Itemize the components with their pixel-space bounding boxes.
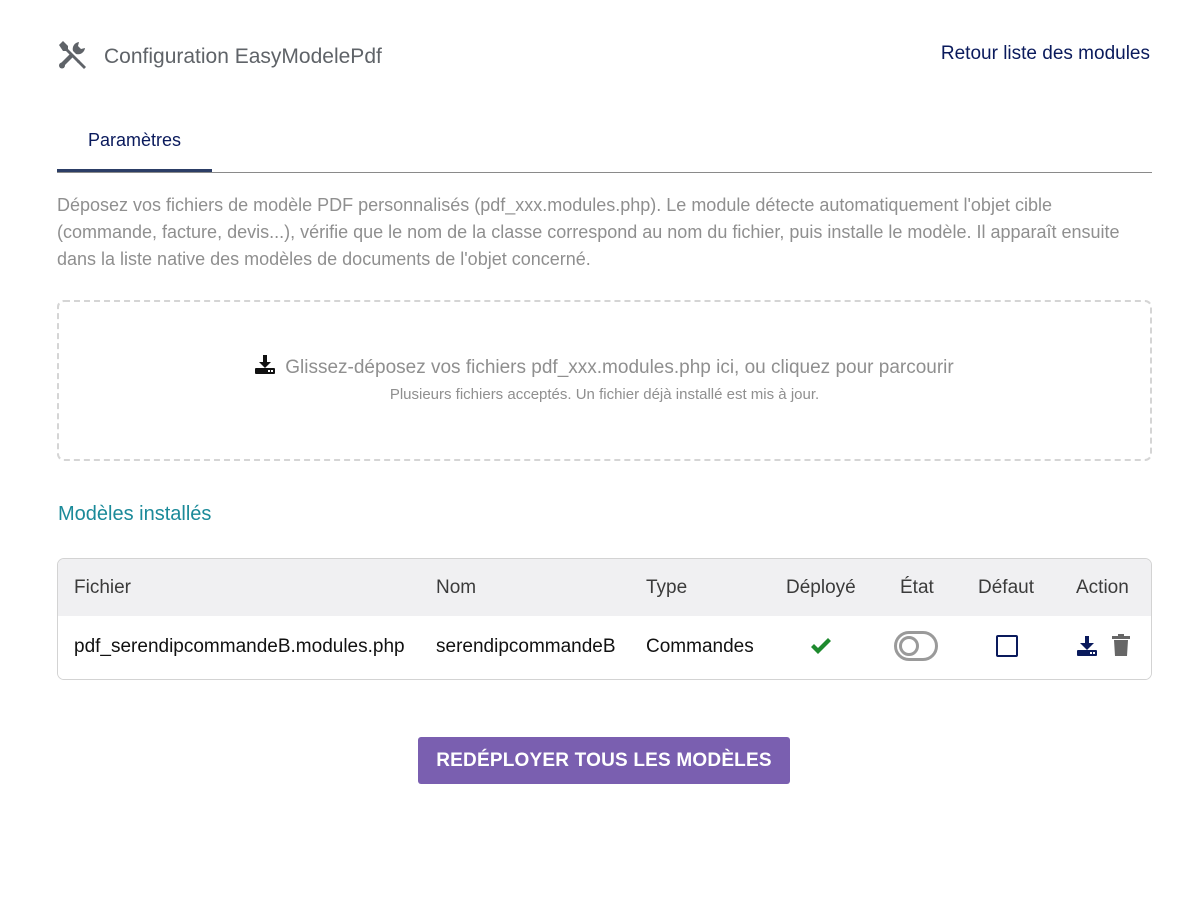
cell-type: Commandes <box>646 636 754 657</box>
redeploy-all-button[interactable]: REDÉPLOYER TOUS LES MODÈLES <box>418 737 790 784</box>
tab-bar: Paramètres <box>57 120 1152 173</box>
cell-name: serendipcommandeB <box>436 636 616 657</box>
column-header-etat: État <box>900 577 934 598</box>
download-icon <box>255 355 276 374</box>
tools-icon <box>59 41 86 69</box>
trash-icon[interactable] <box>1111 634 1131 656</box>
column-header-type: Type <box>646 577 688 598</box>
dropzone-sub-text: Plusieurs fichiers acceptés. Un fichier … <box>389 386 820 403</box>
column-header-deploye: Déployé <box>786 577 856 598</box>
deployed-check-icon <box>811 638 831 654</box>
state-toggle[interactable] <box>894 631 938 661</box>
installed-models-title: Modèles installés <box>58 503 212 525</box>
column-header-defaut: Défaut <box>978 577 1034 598</box>
installed-models-table: Fichier Nom Type Déployé État Défaut Act… <box>57 558 1152 680</box>
default-checkbox[interactable] <box>996 635 1018 657</box>
download-icon[interactable] <box>1076 635 1098 657</box>
module-description: Déposez vos fichiers de modèle PDF perso… <box>57 195 1120 269</box>
cell-file: pdf_serendipcommandeB.modules.php <box>74 636 405 657</box>
page: Configuration EasyModelePdf Retour liste… <box>0 0 1200 904</box>
back-to-modules-link[interactable]: Retour liste des modules <box>941 43 1150 65</box>
dropzone-main: Glissez-déposez vos fichiers pdf_xxx.mod… <box>59 355 1150 379</box>
table-header: Fichier Nom Type Déployé État Défaut Act… <box>58 559 1151 616</box>
column-header-action: Action <box>1076 577 1129 598</box>
header: Configuration EasyModelePdf Retour liste… <box>57 38 1150 76</box>
column-header-fichier: Fichier <box>74 577 132 598</box>
tab-parametres[interactable]: Paramètres <box>57 120 212 172</box>
table-row: pdf_serendipcommandeB.modules.php serend… <box>58 616 1151 679</box>
toggle-knob <box>899 636 919 656</box>
page-title: Configuration EasyModelePdf <box>104 45 382 68</box>
column-header-nom: Nom <box>436 577 477 598</box>
file-dropzone[interactable]: Glissez-déposez vos fichiers pdf_xxx.mod… <box>57 300 1152 461</box>
dropzone-main-text: Glissez-déposez vos fichiers pdf_xxx.mod… <box>285 357 954 378</box>
